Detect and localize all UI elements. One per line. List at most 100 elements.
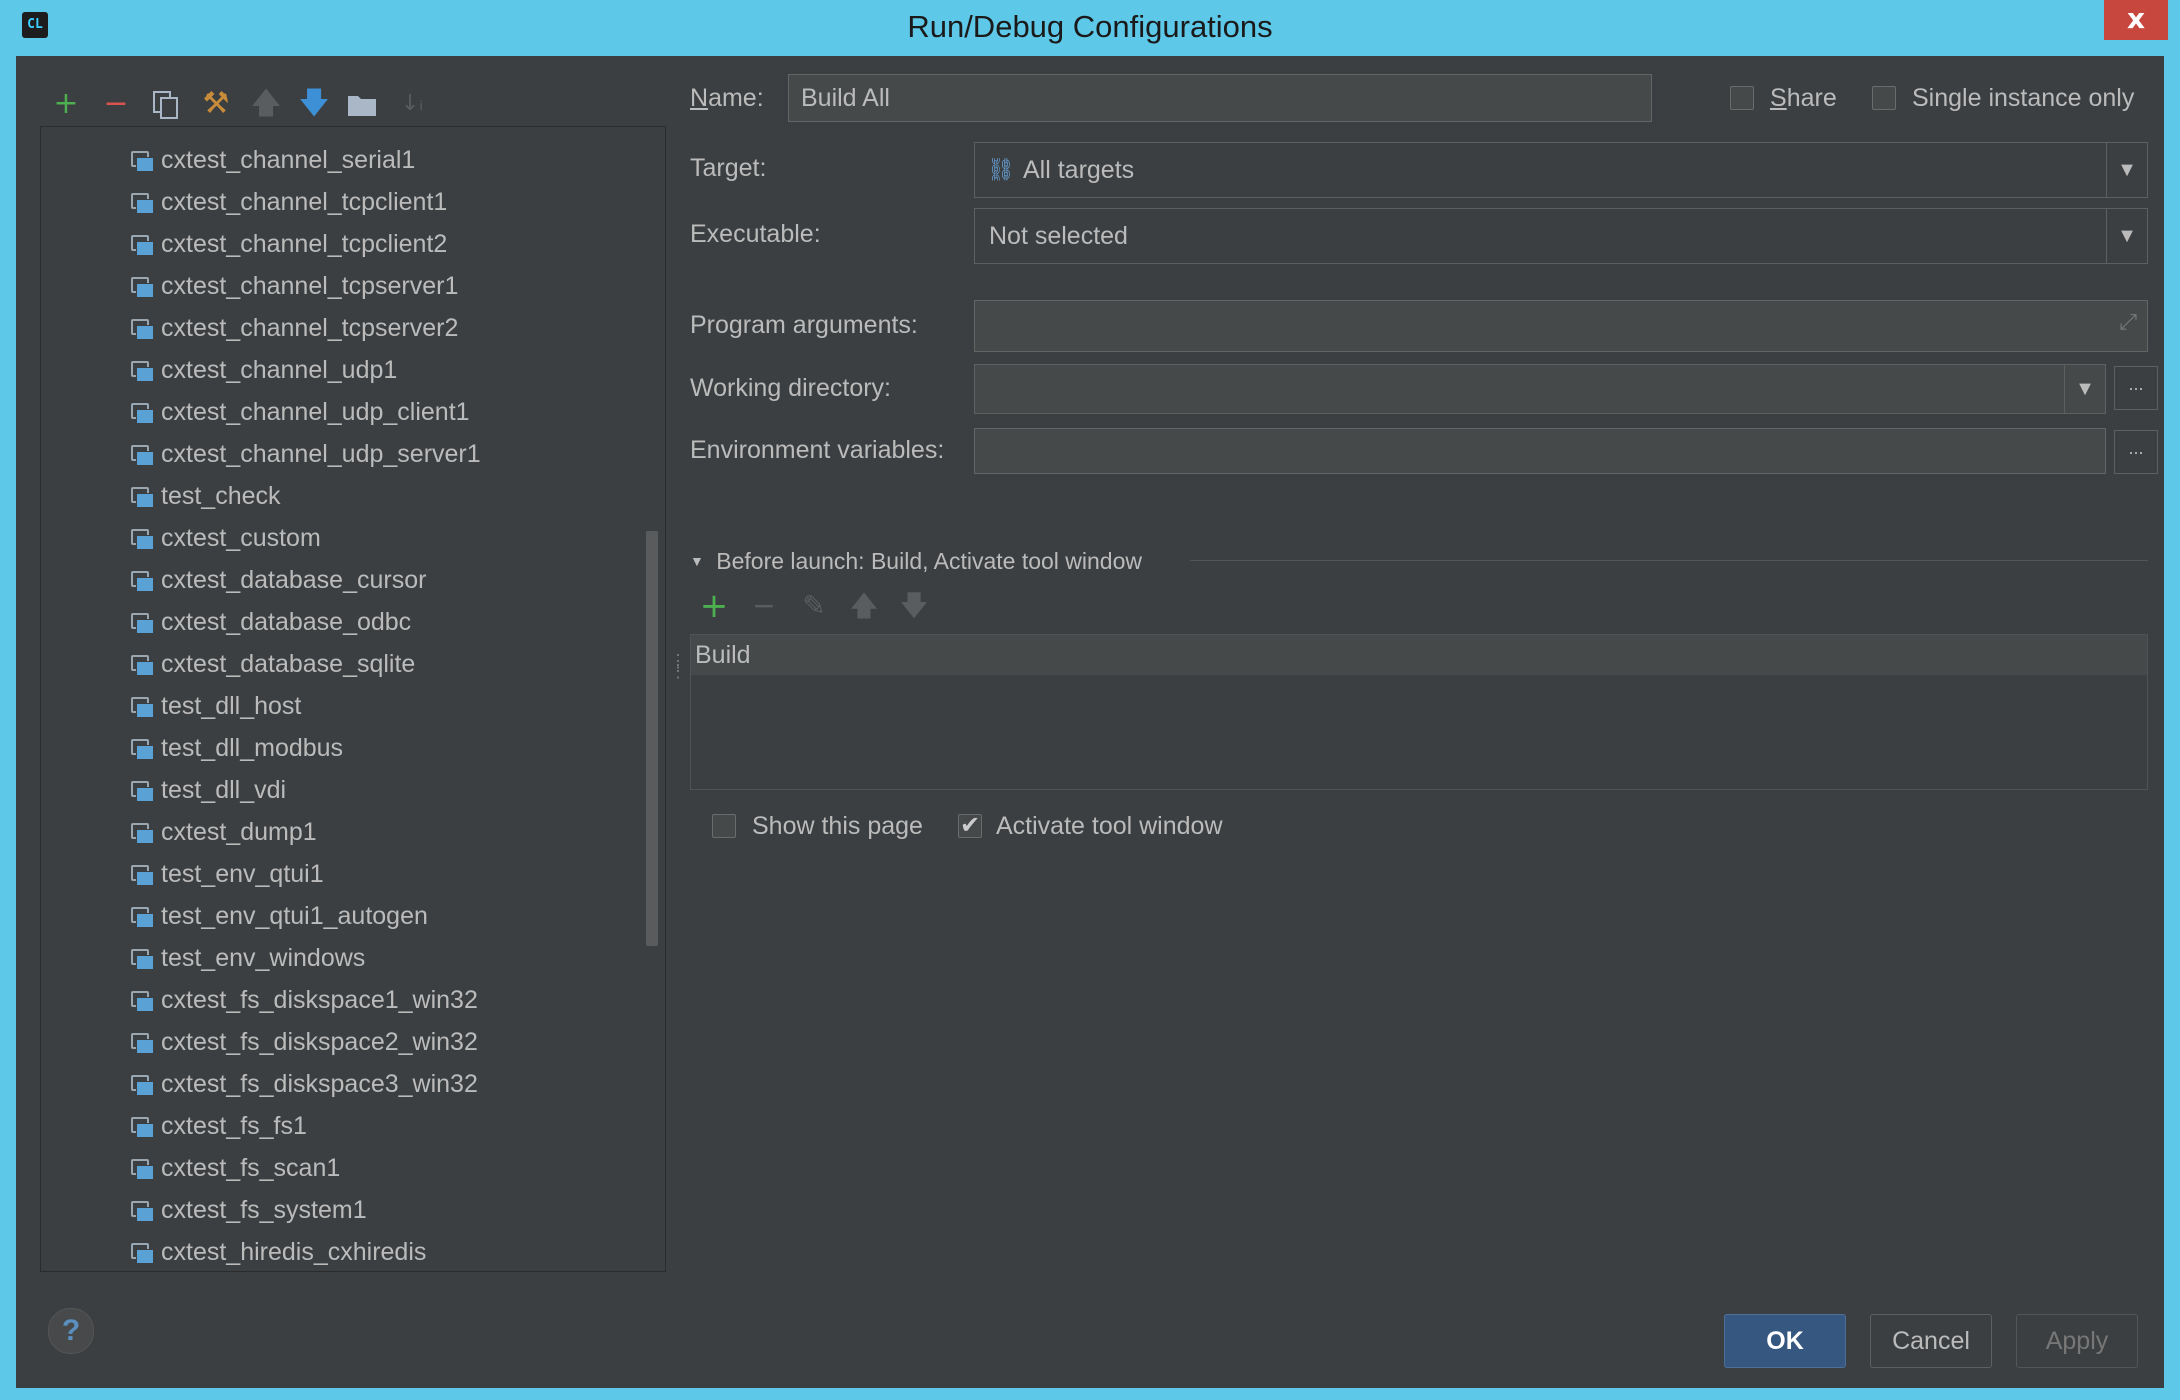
before-launch-header: Before launch: Build, Activate tool wind… [716,548,1142,574]
copy-icon[interactable] [146,76,186,132]
apply-button[interactable]: Apply [2016,1314,2138,1368]
application-config-icon [131,1033,154,1054]
program-args-input[interactable]: ⤢ [974,300,2148,352]
application-config-icon [131,1159,154,1180]
before-launch-list: Build [690,634,2148,790]
tree-item[interactable]: cxtest_dump1 [131,811,317,853]
tree-item[interactable]: cxtest_channel_tcpserver2 [131,307,458,349]
tree-item-label: cxtest_custom [161,524,321,552]
application-config-icon [131,445,154,466]
show-page-checkbox[interactable] [712,814,736,838]
remove-task-icon[interactable]: − [744,586,784,626]
edit-task-icon[interactable]: ✎ [794,586,834,626]
before-launch-toggle[interactable]: ▼ Before launch: Build, Activate tool wi… [690,548,1142,575]
tree-item[interactable]: cxtest_channel_serial1 [131,139,415,181]
tree-item-label: cxtest_channel_serial1 [161,146,416,174]
tree-item[interactable]: cxtest_channel_udp_client1 [131,391,470,433]
application-config-icon [131,865,154,886]
application-config-icon [131,361,154,382]
edit-env-button[interactable]: ... [2114,430,2158,474]
tree-item[interactable]: cxtest_custom [131,517,321,559]
add-icon[interactable]: + [46,76,86,132]
tree-item-label: test_env_qtui1 [161,860,324,888]
single-instance-checkbox[interactable] [1872,86,1896,110]
help-icon[interactable]: ? [48,1308,94,1354]
chevron-down-icon[interactable]: ▼ [2106,143,2147,197]
share-checkbox[interactable] [1730,86,1754,110]
tree-item[interactable]: test_env_windows [131,937,365,979]
tree-item[interactable]: cxtest_fs_fs1 [131,1105,307,1147]
tree-item[interactable]: cxtest_database_odbc [131,601,411,643]
tree-item-label: cxtest_database_sqlite [161,650,416,678]
move-task-up-icon[interactable]: 🡅 [844,586,884,626]
name-input[interactable]: Build All [788,74,1652,122]
tree-item-label: test_env_windows [161,944,366,972]
tree-item[interactable]: cxtest_channel_udp_server1 [131,433,481,475]
tree-item-label: test_dll_vdi [161,776,287,804]
add-task-icon[interactable]: + [694,586,734,626]
tree-item[interactable]: test_env_qtui1_autogen [131,895,428,937]
application-config-icon [131,193,154,214]
cancel-button[interactable]: Cancel [1870,1314,1992,1368]
tree-item[interactable]: cxtest_database_cursor [131,559,426,601]
single-instance-label: Single instance only [1912,84,2135,112]
tree-item-label: cxtest_fs_diskspace1_win32 [161,986,478,1014]
target-select[interactable]: ⛓ All targets ▼ [974,142,2148,198]
application-config-icon [131,949,154,970]
tree-item[interactable]: test_dll_modbus [131,727,343,769]
application-config-icon [131,739,154,760]
tree-item-label: cxtest_fs_fs1 [161,1112,307,1140]
chevron-down-icon[interactable]: ▼ [2064,365,2105,413]
tree-scrollbar[interactable] [646,531,658,946]
application-config-icon [131,403,154,424]
close-button[interactable]: x [2104,0,2168,40]
tree-item-label: cxtest_fs_scan1 [161,1154,341,1182]
splitter-handle[interactable]: ⋮ ⋮ [669,652,687,686]
tree-item[interactable]: cxtest_channel_tcpclient1 [131,181,447,223]
tree-item[interactable]: cxtest_hiredis_cxhiredis [131,1231,426,1271]
tree-item-label: cxtest_dump1 [161,818,317,846]
move-task-down-icon[interactable]: 🡇 [894,586,934,626]
remove-icon[interactable]: − [96,76,136,132]
target-label: Target: [690,154,767,182]
application-config-icon [131,781,154,802]
tree-item[interactable]: test_check [131,475,281,517]
share-label: Share [1770,84,1837,112]
folder-icon[interactable] [342,76,382,132]
expand-icon[interactable]: ⤢ [2119,309,2137,335]
config-tree: cxtest_channel_serial1 cxtest_channel_tcp… [40,126,666,1272]
list-item[interactable]: Build [691,635,2147,675]
tree-item[interactable]: cxtest_fs_diskspace3_win32 [131,1063,478,1105]
tree-item[interactable]: test_dll_host [131,685,301,727]
tree-item[interactable]: cxtest_fs_diskspace1_win32 [131,979,478,1021]
sort-icon[interactable]: ↓ᵢ [392,76,432,132]
tree-item[interactable]: cxtest_fs_scan1 [131,1147,340,1189]
executable-select[interactable]: Not selected ▼ [974,208,2148,264]
application-config-icon [131,1201,154,1222]
activate-tool-label: Activate tool window [996,812,1223,840]
tree-item[interactable]: cxtest_channel_tcpserver1 [131,265,458,307]
env-vars-input[interactable] [974,428,2106,474]
env-vars-label: Environment variables: [690,436,945,464]
tree-item[interactable]: cxtest_fs_system1 [131,1189,367,1231]
application-config-icon [131,319,154,340]
ok-button[interactable]: OK [1724,1314,1846,1368]
wrench-icon[interactable]: ⚒ [196,76,236,132]
tree-item[interactable]: test_dll_vdi [131,769,286,811]
tree-item-label: cxtest_fs_system1 [161,1196,367,1224]
move-down-icon[interactable]: 🡇 [294,76,334,132]
tree-item-label: cxtest_database_odbc [161,608,412,636]
working-dir-label: Working directory: [690,374,891,402]
tree-item[interactable]: cxtest_database_sqlite [131,643,415,685]
application-config-icon [131,907,154,928]
tree-item[interactable]: test_env_qtui1 [131,853,324,895]
activate-tool-checkbox[interactable] [958,811,982,839]
tree-item[interactable]: cxtest_channel_udp1 [131,349,397,391]
browse-dir-button[interactable]: ... [2114,366,2158,410]
program-args-label: Program arguments: [690,311,918,339]
tree-item[interactable]: cxtest_channel_tcpclient2 [131,223,447,265]
move-up-icon[interactable]: 🡅 [246,76,286,132]
working-dir-input[interactable]: ▼ [974,364,2106,414]
tree-item[interactable]: cxtest_fs_diskspace2_win32 [131,1021,478,1063]
chevron-down-icon[interactable]: ▼ [2106,209,2147,263]
